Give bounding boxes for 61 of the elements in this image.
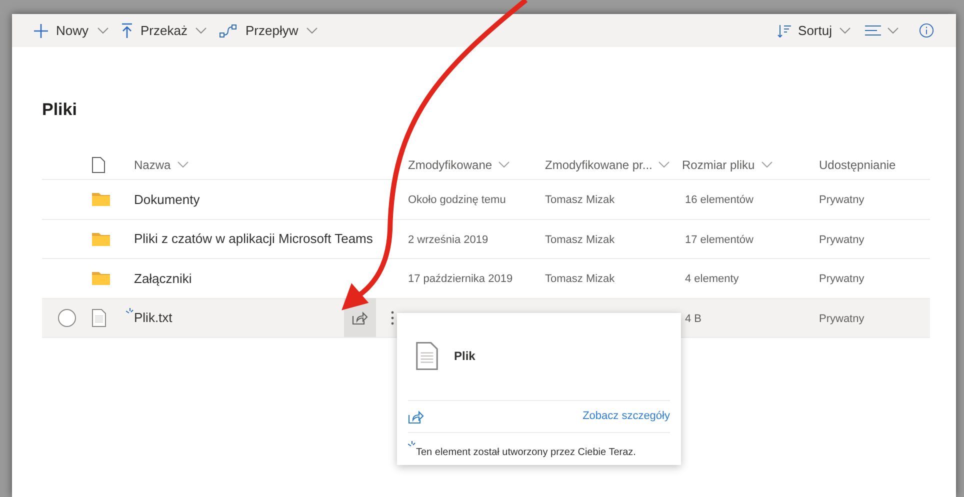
file-name[interactable]: Plik.txt: [134, 308, 172, 328]
sharing-status: Prywatny: [819, 194, 864, 206]
card-title: Plik: [454, 348, 476, 364]
chevron-down-icon: [658, 161, 670, 168]
file-size: 4 elementy: [685, 273, 739, 285]
info-icon: [919, 23, 934, 38]
sort-button[interactable]: Sortuj: [777, 20, 851, 40]
chevron-down-icon: [195, 27, 208, 34]
column-header[interactable]: Nazwa: [134, 156, 189, 174]
chevron-down-icon: [306, 27, 318, 34]
created-note: Ten element został utworzony przez Ciebie Teraz.: [416, 446, 636, 460]
chevron-down-icon: [176, 161, 189, 168]
chevron-down-icon: [96, 27, 109, 34]
info-button[interactable]: [919, 23, 934, 38]
column-header[interactable]: Zmodyfikowane pr...: [545, 156, 670, 174]
modified-date: 17 października 2019: [408, 273, 513, 285]
sharing-status: Prywatny: [819, 273, 864, 285]
plus-icon: [34, 24, 48, 38]
document-icon: [92, 308, 106, 327]
file-type-icon: [92, 156, 105, 172]
folder-icon: [92, 192, 110, 206]
modified-by: Tomasz Mizak: [545, 234, 615, 246]
file-name[interactable]: Pliki z czatów w aplikacji Microsoft Teams: [134, 229, 373, 248]
share-button[interactable]: [408, 410, 424, 424]
new-item-icon: [408, 441, 416, 449]
column-header[interactable]: Udostępnianie: [819, 156, 896, 174]
chevron-down-icon: [760, 161, 773, 168]
sort-icon: [777, 24, 792, 38]
share-icon: [352, 310, 368, 325]
chevron-down-icon: [887, 27, 899, 34]
share-icon: [408, 410, 424, 424]
modified-date: Około godzinę temu: [408, 194, 506, 206]
toolbar-button[interactable]: Przekaż: [120, 20, 208, 40]
toolbar-button[interactable]: Nowy: [34, 20, 109, 40]
folder-icon: [92, 232, 110, 246]
row-checkbox[interactable]: [58, 308, 76, 327]
file-size: 16 elementów: [685, 194, 754, 206]
column-header[interactable]: Zmodyfikowane: [408, 156, 510, 174]
more-icon: [390, 310, 394, 325]
modified-by: Tomasz Mizak: [545, 273, 615, 285]
view-options-button[interactable]: [865, 25, 899, 36]
document-icon: [416, 342, 438, 370]
sharing-status: Prywatny: [819, 234, 864, 246]
toolbar-button[interactable]: Przepływ: [219, 20, 318, 40]
modified-date: 2 września 2019: [408, 234, 488, 246]
upload-icon: [120, 22, 133, 38]
lines-icon: [865, 25, 881, 36]
file-size: 17 elementów: [685, 234, 754, 246]
column-header[interactable]: Rozmiar pliku: [682, 156, 773, 174]
file-size: 4 B: [685, 312, 702, 324]
folder-icon: [92, 271, 110, 286]
sharing-status: Prywatny: [819, 312, 864, 324]
modified-by: Tomasz Mizak: [545, 194, 615, 206]
page-title: Pliki: [42, 99, 78, 121]
file-row[interactable]: Pliki z czatów w aplikacji Microsoft Teams 2 września 2019 Tomasz Mizak 17 elementów Prywatny: [42, 220, 930, 259]
chevron-down-icon: [839, 27, 851, 34]
file-name[interactable]: Dokumenty: [134, 190, 200, 209]
file-name[interactable]: Załączniki: [134, 268, 192, 288]
details-link[interactable]: Zobacz szczegóły: [582, 408, 670, 425]
flow-icon: [219, 24, 238, 38]
chevron-down-icon: [498, 161, 510, 168]
